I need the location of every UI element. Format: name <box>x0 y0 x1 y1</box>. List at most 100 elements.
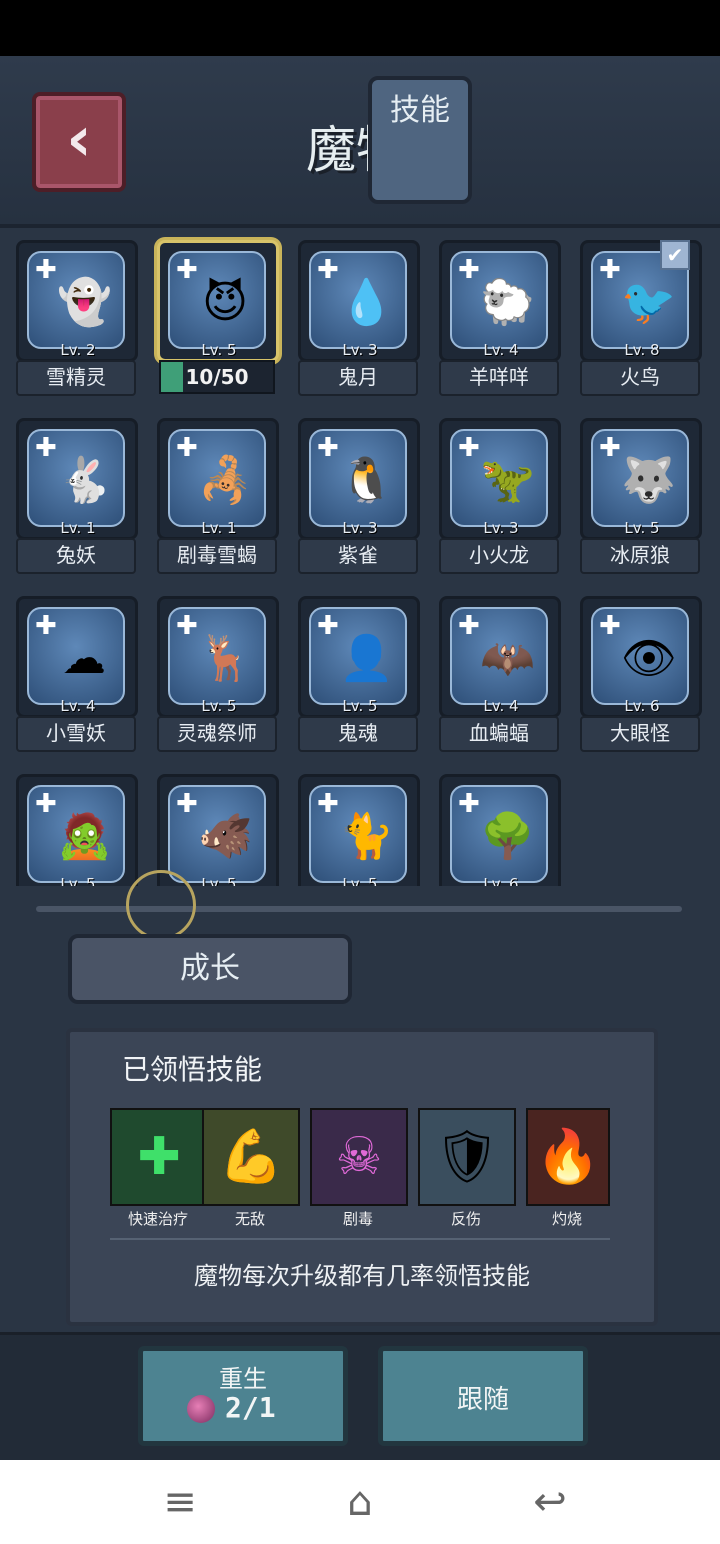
monster-portrait: ✚ 🦖 Lv. 3 <box>439 418 561 540</box>
monster-card[interactable]: ✚ 🐇 Lv. 1 兔妖 <box>14 414 138 574</box>
portrait-frame: ✚ 🐇 <box>27 429 125 527</box>
monster-name: 紫雀 <box>298 538 418 574</box>
skills-note: 魔物每次升级都有几率领悟技能 <box>194 1262 530 1290</box>
skill-invincible[interactable]: 💪 无敌 <box>202 1108 300 1228</box>
monster-icon: ☁ <box>62 633 106 684</box>
plus-icon: ✚ <box>599 255 621 285</box>
skills-panel: 已领悟技能 ✚ 快速治疗 💪 无敌 ☠ 剧毒 🛡 反伤 🔥 灼烧 魔物每次升级都… <box>66 1028 658 1326</box>
back-button[interactable]: ‹ <box>32 92 126 192</box>
monster-icon: 🦇 <box>480 633 535 684</box>
tab-grow[interactable]: 成长 <box>68 934 352 1004</box>
portrait-frame: ✚ 👁 <box>591 607 689 705</box>
monster-card[interactable]: ✚ 🐑 Lv. 4 羊咩咩 <box>437 236 561 396</box>
monster-icon: 🦂 <box>198 455 253 506</box>
monster-icon: 🧟 <box>57 811 112 862</box>
monster-card[interactable]: ✚ 🐺 Lv. 5 冰原狼 <box>578 414 702 574</box>
monster-card[interactable]: ✚ 🦇 Lv. 4 血蝙蝠 <box>437 592 561 752</box>
back-nav-icon[interactable]: ↩ <box>520 1478 580 1526</box>
monster-card[interactable]: ✚ 🦖 Lv. 3 小火龙 <box>437 414 561 574</box>
monster-name: 火鸟 <box>580 360 700 396</box>
follow-button[interactable]: 跟随 <box>378 1346 588 1446</box>
monster-portrait: ✚ 🦇 Lv. 4 <box>439 596 561 718</box>
menu-icon[interactable]: ≡ <box>150 1478 210 1526</box>
plus-icon: ✚ <box>176 611 198 641</box>
monster-icon: 👁 <box>621 633 677 684</box>
monster-card[interactable]: ✚ 👻 Lv. 2 雪精灵 <box>14 236 138 396</box>
monster-level: Lv. 6 <box>624 697 660 715</box>
monster-level: Lv. 5 <box>342 697 378 715</box>
monster-name: 小雪妖 <box>16 716 136 752</box>
monster-name: 灵魂祭师 <box>157 716 277 752</box>
skill-label: 灼烧 <box>551 1210 582 1228</box>
monster-name: 兔妖 <box>16 538 136 574</box>
monster-name: 大眼怪 <box>580 716 700 752</box>
plus-icon: ✚ <box>317 433 339 463</box>
plus-icon: ✚ <box>176 789 198 819</box>
system-nav-bar: ≡ ⌂ ↩ <box>0 1460 720 1544</box>
monster-portrait: ✚ 🐇 Lv. 1 <box>16 418 138 540</box>
monster-icon: 👤 <box>339 633 394 684</box>
skill-burn[interactable]: 🔥 灼烧 <box>526 1108 610 1228</box>
skill-poison[interactable]: ☠ 剧毒 <box>310 1108 408 1228</box>
monster-card[interactable]: ✚ ☁ Lv. 4 小雪妖 <box>14 592 138 752</box>
potion-icon: ☠ <box>310 1108 408 1206</box>
monster-card[interactable]: ✚ 🐈 Lv. 5 <box>296 770 420 886</box>
portrait-frame: ✚ 🐺 <box>591 429 689 527</box>
plus-icon: ✚ <box>35 255 57 285</box>
monster-icon: 🐈 <box>339 811 394 862</box>
monster-portrait: ✚ 🦂 Lv. 1 <box>157 418 279 540</box>
monster-card[interactable]: ✚ 🧟 Lv. 5 <box>14 770 138 886</box>
monster-card[interactable]: ✚ 😈 Lv. 5 10/50 <box>155 236 279 394</box>
portrait-frame: ✚ 👤 <box>309 607 407 705</box>
portrait-frame: ✚ 🧟 <box>27 785 125 883</box>
monster-card[interactable]: ✚ 👁 Lv. 6 大眼怪 <box>578 592 702 752</box>
muscle-icon: 💪 <box>202 1108 300 1206</box>
rebirth-button[interactable]: 重生 2/1 <box>138 1346 348 1446</box>
skill-heal[interactable]: ✚ 快速治疗 <box>110 1108 208 1228</box>
monster-icon: 🐺 <box>621 455 676 506</box>
portrait-frame: ✚ 😈 <box>168 251 266 349</box>
monster-card[interactable]: ✚ 👤 Lv. 5 鬼魂 <box>296 592 420 752</box>
monster-portrait: ✚ 🐈 Lv. 5 <box>298 774 420 886</box>
monster-card[interactable]: ✚ 🦂 Lv. 1 剧毒雪蝎 <box>155 414 279 574</box>
skill-label: 剧毒 <box>342 1210 373 1228</box>
scroll-thumb[interactable] <box>126 870 196 940</box>
monster-name: 鬼月 <box>298 360 418 396</box>
monster-portrait: ✚ 👤 Lv. 5 <box>298 596 420 718</box>
monster-name: 冰原狼 <box>580 538 700 574</box>
monster-icon: 🐇 <box>57 455 112 506</box>
checkmark-icon[interactable]: ✔ <box>660 240 690 270</box>
portrait-frame: ✚ 🐧 <box>309 429 407 527</box>
skill-reflect[interactable]: 🛡 反伤 <box>418 1108 516 1228</box>
monster-card[interactable]: ✚ 🐗 Lv. 5 <box>155 770 279 886</box>
monster-name: 小火龙 <box>439 538 559 574</box>
plus-icon: ✚ <box>317 611 339 641</box>
plus-icon: ✚ <box>458 433 480 463</box>
monster-grid: ✚ 👻 Lv. 2 雪精灵 ✚ 😈 Lv. 5 10/50 ✚ 💧 Lv. 3 鬼月 ✚ 🐑 Lv. 4 羊咩… <box>12 236 708 886</box>
monster-level: Lv. 3 <box>483 519 519 537</box>
plus-icon: ✚ <box>35 789 57 819</box>
monster-card[interactable]: ✚ 🐧 Lv. 3 紫雀 <box>296 414 420 574</box>
monster-level: Lv. 6 <box>483 875 519 886</box>
portrait-frame: ✚ 🦌 <box>168 607 266 705</box>
monster-level: Lv. 5 <box>342 875 378 886</box>
monster-level: Lv. 4 <box>483 697 519 715</box>
monster-name: 羊咩咩 <box>439 360 559 396</box>
rebirth-label: 重生 <box>219 1365 267 1393</box>
monster-card[interactable]: ✚ 🌳 Lv. 6 <box>437 770 561 886</box>
home-icon[interactable]: ⌂ <box>330 1478 390 1526</box>
monster-card[interactable]: ✚ 🦌 Lv. 5 灵魂祭师 <box>155 592 279 752</box>
portrait-frame: ✚ 💧 <box>309 251 407 349</box>
monster-card[interactable]: ✚ 💧 Lv. 3 鬼月 <box>296 236 420 396</box>
monster-portrait: ✚ 👻 Lv. 2 <box>16 240 138 362</box>
plus-icon: ✚ <box>176 255 198 285</box>
monster-level: Lv. 5 <box>201 697 237 715</box>
monster-icon: 💧 <box>339 277 394 328</box>
monster-level: Lv. 2 <box>60 341 96 359</box>
monster-level: Lv. 4 <box>60 697 96 715</box>
tab-skill[interactable]: 技能 <box>368 76 472 204</box>
portrait-frame: ✚ 🐑 <box>450 251 548 349</box>
shield-icon: 🛡 <box>418 1108 516 1206</box>
progress-text: 10/50 <box>185 365 249 389</box>
monster-icon: 🐦 <box>621 277 676 328</box>
